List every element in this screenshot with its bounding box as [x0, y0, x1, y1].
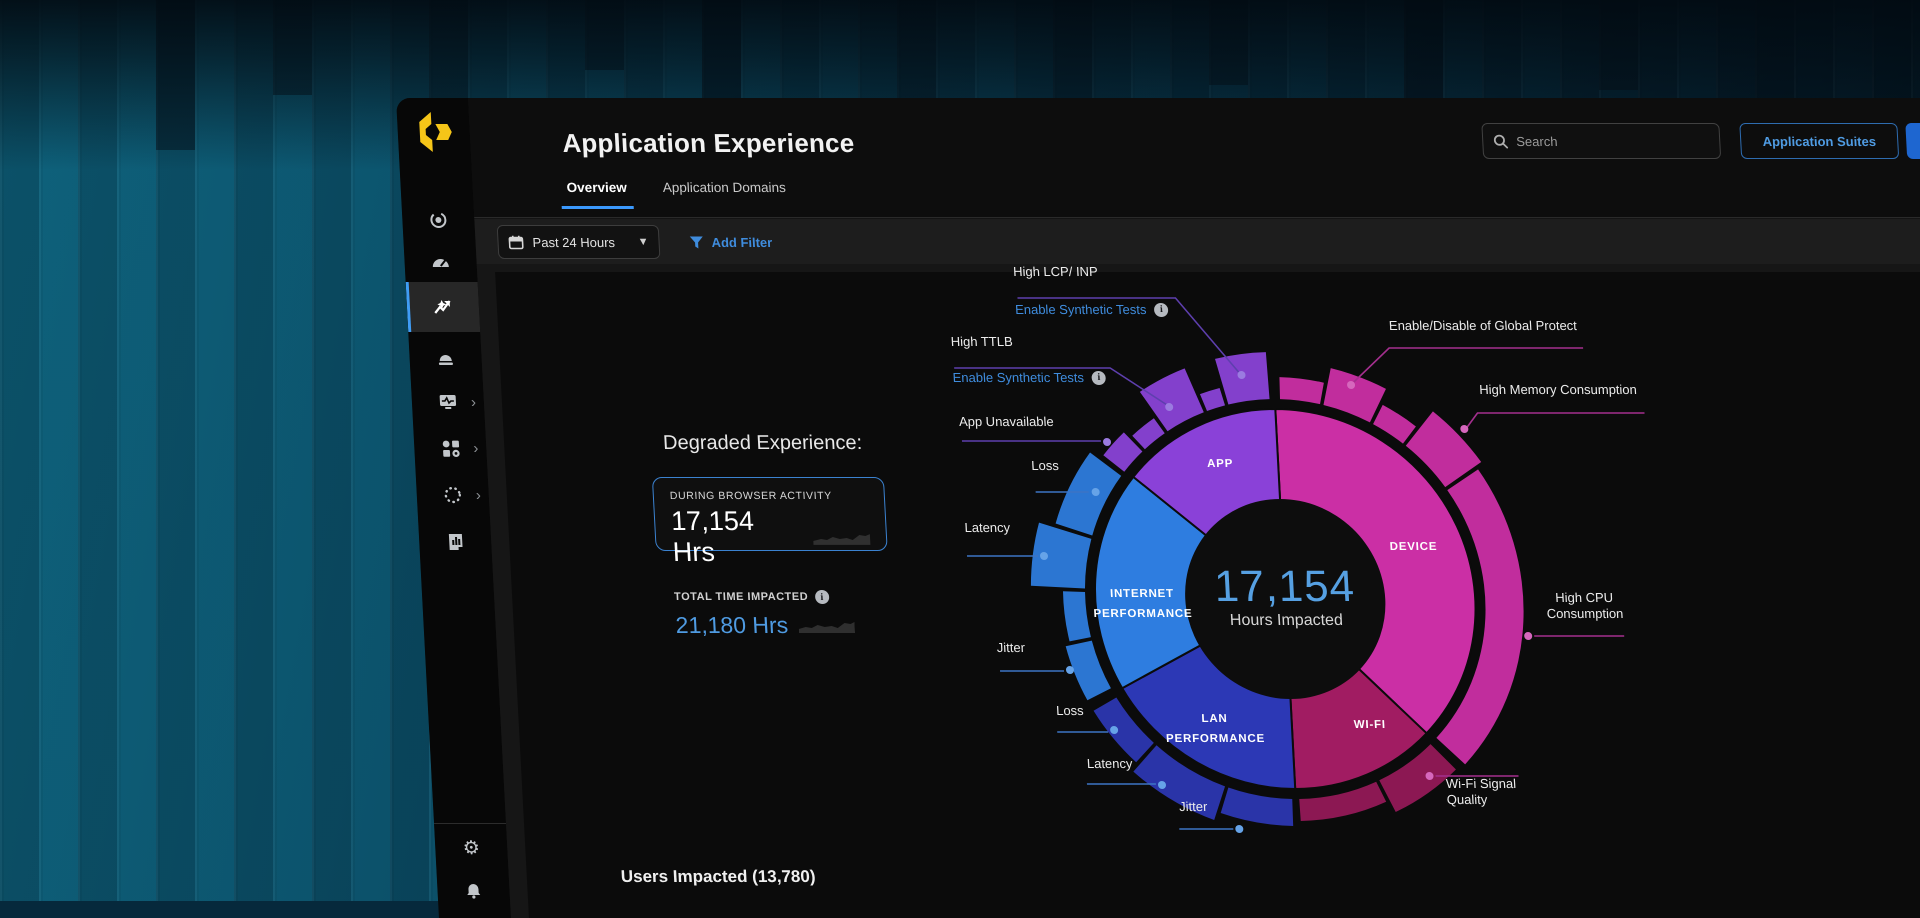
tab-application-domains[interactable]: Application Domains: [662, 180, 787, 209]
add-filter-button[interactable]: Add Filter: [689, 225, 773, 259]
sidebar-item-settings[interactable]: ⚙: [434, 826, 508, 870]
page-title: Application Experience: [562, 128, 856, 159]
degraded-heading: Degraded Experience:: [663, 432, 863, 455]
sparkline: [812, 529, 870, 545]
ring-label-device: DEVICE: [1373, 538, 1454, 558]
sidebar-item-monitor[interactable]: [401, 198, 475, 242]
search-icon: [1493, 134, 1509, 149]
tab-bar: Overview Application Domains: [566, 180, 787, 209]
callout-internet-latency: Latency: [964, 520, 1010, 535]
chevron-right-icon: ›: [473, 441, 479, 456]
calendar-icon: [508, 235, 524, 250]
sidebar-divider: [434, 823, 506, 824]
sunburst-chart: High LCP/ INP Enable Synthetic Tests i H…: [922, 218, 1719, 918]
total-time-label: TOTAL TIME IMPACTED: [674, 591, 809, 603]
sidebar-item-devices[interactable]: ›: [411, 380, 485, 424]
callout-lan-latency: Latency: [1086, 756, 1132, 771]
ring-label-app: APP: [1180, 455, 1261, 475]
sidebar-item-notifications[interactable]: [436, 868, 510, 912]
sidebar-item-applications[interactable]: ›: [413, 426, 487, 470]
tab-overview[interactable]: Overview: [566, 180, 628, 209]
synthetic-tests-link[interactable]: Enable Synthetic Tests: [1015, 302, 1147, 317]
time-range-dropdown[interactable]: Past 24 Hours ▼: [497, 225, 661, 259]
callout-lan-loss: Loss: [1056, 703, 1084, 718]
ring-label-wifi: WI-FI: [1329, 716, 1410, 736]
callout-high-lcp-inp: High LCP/ INP: [1013, 264, 1098, 279]
funnel-icon: [689, 236, 704, 249]
sidebar-item-reports[interactable]: [418, 519, 492, 563]
synthetic-tests-link[interactable]: Enable Synthetic Tests: [952, 370, 1084, 385]
total-time-value: 21,180 Hrs: [675, 612, 789, 639]
chevron-down-icon: ▼: [637, 236, 649, 248]
callout-app-unavailable: App Unavailable: [959, 414, 1054, 429]
callout-high-ttlb: High TTLB: [950, 334, 1013, 349]
info-icon[interactable]: i: [815, 590, 830, 604]
application-suites-label: Application Suites: [1762, 134, 1876, 149]
add-filter-label: Add Filter: [711, 235, 772, 250]
radar-icon: [428, 210, 449, 230]
sidebar-item-incidents[interactable]: [408, 335, 482, 379]
sidebar-item-application-experience[interactable]: [406, 282, 481, 332]
callout-internet-jitter: Jitter: [996, 640, 1025, 655]
report-icon: [445, 532, 465, 551]
callout-wifi-signal-quality: Wi-Fi Signal Quality: [1446, 776, 1540, 809]
time-range-value: Past 24 Hours: [532, 235, 615, 250]
dotted-circle-icon: [442, 485, 463, 505]
primary-action-button[interactable]: [1905, 123, 1920, 159]
callout-enable-synthetic-tests[interactable]: Enable Synthetic Tests i: [1015, 302, 1169, 317]
sidebar-item-operations[interactable]: ›: [416, 473, 490, 517]
gear-icon: ⚙: [462, 839, 480, 858]
ring-label-lan: LAN PERFORMANCE: [1154, 710, 1276, 749]
application-suites-button[interactable]: Application Suites: [1739, 123, 1899, 159]
chevron-right-icon: ›: [471, 395, 477, 410]
kpi-label: DURING BROWSER ACTIVITY: [670, 490, 869, 502]
callout-enable-synthetic-tests[interactable]: Enable Synthetic Tests i: [952, 370, 1106, 385]
browser-activity-kpi-card[interactable]: DURING BROWSER ACTIVITY 17,154 Hrs: [652, 477, 888, 551]
search-input[interactable]: [1516, 134, 1687, 149]
center-hours-value: 17,154: [1183, 562, 1386, 612]
gauge-icon: [430, 253, 451, 273]
siren-icon: [435, 347, 456, 367]
info-icon[interactable]: i: [1092, 371, 1107, 385]
center-hours-label: Hours Impacted: [1186, 612, 1387, 630]
monitor-pulse-icon: [437, 392, 458, 412]
total-time-value-row: 21,180 Hrs: [675, 612, 855, 639]
info-icon[interactable]: i: [1154, 303, 1169, 317]
users-impacted-title: Users Impacted (13,780): [620, 867, 816, 887]
callout-lan-jitter: Jitter: [1179, 799, 1208, 814]
bell-icon: [464, 881, 483, 899]
callout-global-protect: Enable/Disable of Global Protect: [1389, 318, 1578, 333]
chevron-right-icon: ›: [475, 488, 481, 503]
app-window: › › ›: [396, 98, 1920, 918]
total-time-label-row: TOTAL TIME IMPACTED i: [674, 590, 830, 604]
brand-logo[interactable]: [411, 110, 457, 154]
header: Application Experience Application Suite…: [468, 98, 1920, 218]
callout-high-cpu: High CPU Consumption: [1534, 590, 1636, 623]
apps-grid-icon: [440, 439, 460, 458]
sidebar-item-dashboard[interactable]: [403, 241, 477, 285]
trend-icon: [431, 296, 454, 318]
search-box[interactable]: [1481, 123, 1721, 159]
callout-high-memory: High Memory Consumption: [1479, 382, 1637, 397]
kpi-value: 17,154 Hrs: [670, 506, 804, 568]
callout-internet-loss: Loss: [1031, 458, 1059, 473]
sparkline: [798, 618, 855, 633]
